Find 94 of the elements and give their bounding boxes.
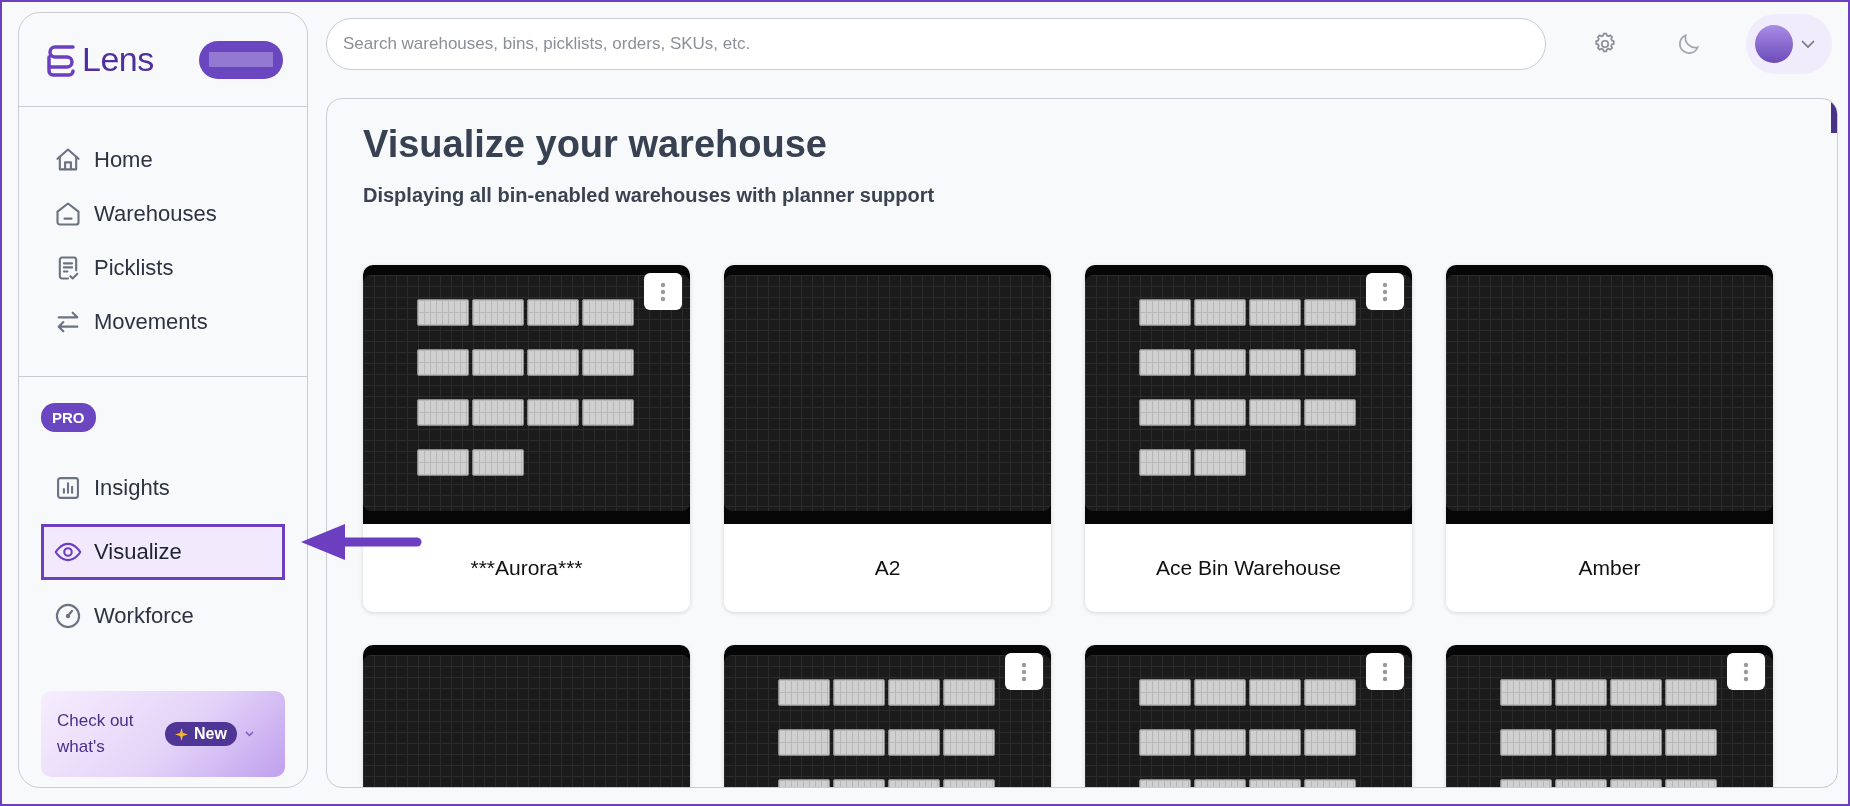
vertical-dots-icon — [1382, 661, 1388, 682]
logo-text: Lens — [82, 40, 154, 79]
bin-block — [1304, 399, 1356, 426]
more-options-button[interactable] — [644, 273, 682, 310]
bin-block — [1139, 729, 1191, 756]
vertical-dots-icon — [1382, 281, 1388, 302]
bin-block — [472, 449, 524, 476]
nav-item[interactable]: Movements — [41, 299, 285, 345]
nav-item[interactable]: Visualize — [41, 524, 285, 580]
bin-block — [1555, 729, 1607, 756]
stacked-disks-icon — [46, 42, 76, 77]
bin-block — [1194, 449, 1246, 476]
bin-block — [1249, 679, 1301, 706]
vertical-dots-icon — [660, 281, 666, 302]
bin-block — [1249, 399, 1301, 426]
sparkle-icon — [175, 727, 188, 741]
warehouse-name: Amber — [1578, 556, 1641, 580]
more-options-button[interactable] — [1366, 273, 1404, 310]
bin-block — [888, 679, 940, 706]
bin-block — [1139, 449, 1191, 476]
bin-block — [582, 299, 634, 326]
warehouse-card[interactable]: Ace Bin Warehouse — [1085, 265, 1412, 612]
bin-block — [1139, 349, 1191, 376]
bin-block — [1249, 299, 1301, 326]
vertical-dots-icon — [1021, 661, 1027, 682]
page-title: Visualize your warehouse — [363, 123, 828, 166]
bin-block — [1139, 399, 1191, 426]
nav-item[interactable]: Insights — [41, 460, 285, 516]
bin-block — [1304, 349, 1356, 376]
bin-block — [1194, 399, 1246, 426]
bin-block — [527, 349, 579, 376]
bin-block — [417, 399, 469, 426]
bin-block — [833, 729, 885, 756]
search-field[interactable]: Search warehouses, bins, picklists, orders, SKUs, etc. — [326, 18, 1546, 70]
chevron-down-icon — [244, 731, 254, 737]
bin-block — [1139, 299, 1191, 326]
bin-block — [1665, 729, 1717, 756]
pro-badge: PRO — [41, 403, 96, 432]
warehouse-card[interactable]: Amber — [1446, 265, 1773, 612]
chevron-down-icon — [1801, 40, 1815, 48]
new-badge: New — [165, 722, 237, 746]
bar-chart-icon — [54, 474, 82, 502]
avatar — [1755, 25, 1793, 63]
bin-block — [417, 449, 469, 476]
warehouse-name: ***Aurora*** — [470, 556, 583, 580]
bin-block — [1194, 679, 1246, 706]
bin-block — [1304, 679, 1356, 706]
bin-block — [888, 729, 940, 756]
bin-block — [1500, 679, 1552, 706]
bin-block — [582, 399, 634, 426]
bin-block — [778, 679, 830, 706]
bin-block — [472, 349, 524, 376]
warehouse-card[interactable]: A2 — [724, 265, 1051, 612]
bin-block — [1194, 349, 1246, 376]
vertical-dots-icon — [1743, 661, 1749, 682]
bin-block — [417, 299, 469, 326]
promo-text: Check out what's — [57, 710, 135, 758]
bin-block — [1500, 729, 1552, 756]
lens-logo[interactable]: Lens — [46, 40, 154, 79]
bin-block — [943, 729, 995, 756]
bin-block — [1555, 679, 1607, 706]
bin-block — [527, 299, 579, 326]
warehouse-name: A2 — [874, 556, 901, 580]
page-subtitle: Displaying all bin-enabled warehouses with planner support — [363, 184, 936, 207]
nav-item[interactable]: Workforce — [41, 588, 285, 644]
warehouse-card[interactable]: ***Aurora*** — [363, 265, 690, 612]
bin-block — [582, 349, 634, 376]
bin-block — [1304, 729, 1356, 756]
bin-block — [472, 399, 524, 426]
warehouse-icon — [54, 200, 82, 228]
gauge-icon — [54, 602, 82, 630]
bin-block — [417, 349, 469, 376]
bin-block — [472, 299, 524, 326]
warehouse-name: Ace Bin Warehouse — [1156, 556, 1341, 580]
whats-new-card[interactable]: Check out what's New — [41, 691, 285, 777]
bin-block — [943, 679, 995, 706]
bin-block — [1194, 729, 1246, 756]
bin-block — [1249, 729, 1301, 756]
bin-block — [1304, 299, 1356, 326]
nav-item[interactable]: Home — [41, 137, 285, 183]
bin-block — [1139, 679, 1191, 706]
bin-block — [1665, 679, 1717, 706]
more-options-button[interactable] — [1727, 653, 1765, 690]
bin-block — [1610, 729, 1662, 756]
bin-block — [1194, 299, 1246, 326]
nav-item[interactable]: Picklists — [41, 245, 285, 291]
bin-block — [833, 679, 885, 706]
bin-block — [1610, 679, 1662, 706]
bin-block — [778, 729, 830, 756]
more-options-button[interactable] — [1005, 653, 1043, 690]
bin-block — [527, 399, 579, 426]
more-options-button[interactable] — [1366, 653, 1404, 690]
nav-item[interactable]: Warehouses — [41, 191, 285, 237]
bin-block — [1249, 349, 1301, 376]
